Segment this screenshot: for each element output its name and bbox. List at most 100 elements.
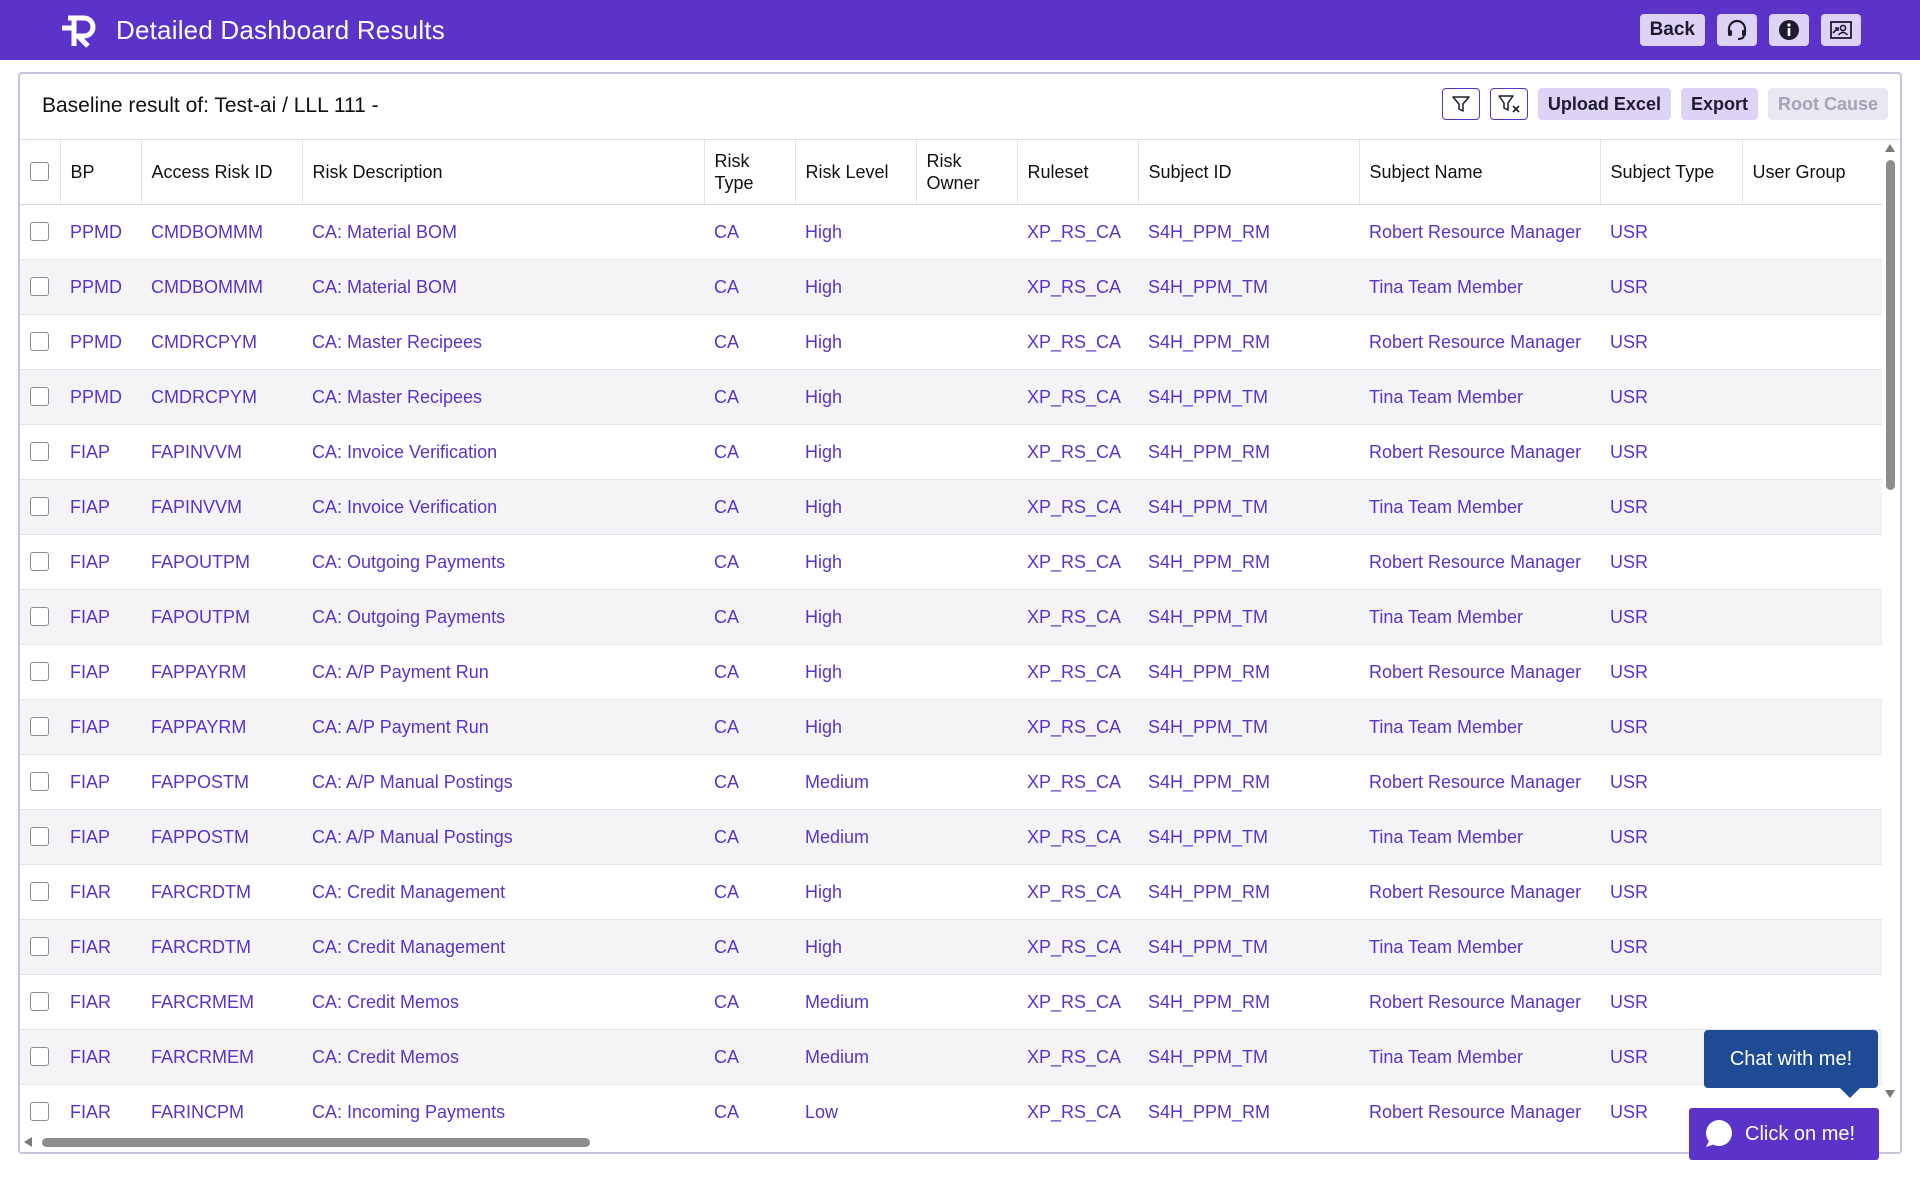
- filter-button[interactable]: [1441, 88, 1480, 120]
- table-cell[interactable]: CA: [704, 809, 795, 865]
- table-cell[interactable]: USR: [1600, 864, 1742, 920]
- info-button[interactable]: [1769, 14, 1809, 46]
- table-cell[interactable]: CA: A/P Payment Run: [302, 644, 704, 700]
- row-checkbox[interactable]: [30, 387, 49, 406]
- table-cell[interactable]: FIAP: [60, 644, 141, 700]
- table-cell[interactable]: S4H_PPM_TM: [1138, 1029, 1359, 1085]
- table-row[interactable]: FIAP FAPPAYRM CA: A/P Payment Run CA High XP_…: [20, 699, 1882, 755]
- scroll-down-arrow[interactable]: [1885, 1090, 1895, 1098]
- table-row[interactable]: FIAP FAPOUTPM CA: Outgoing Payments CA High X…: [20, 589, 1882, 645]
- table-cell[interactable]: CA: Material BOM: [302, 204, 704, 260]
- table-cell[interactable]: USR: [1600, 204, 1742, 260]
- table-cell[interactable]: CA: Invoice Verification: [302, 479, 704, 535]
- table-cell[interactable]: [916, 809, 1017, 865]
- table-cell[interactable]: XP_RS_CA: [1017, 919, 1138, 975]
- table-cell[interactable]: CA: [704, 479, 795, 535]
- table-cell[interactable]: FARCRDTM: [141, 919, 302, 975]
- table-cell[interactable]: High: [795, 644, 916, 700]
- table-cell[interactable]: USR: [1600, 589, 1742, 645]
- table-cell[interactable]: High: [795, 424, 916, 480]
- row-checkbox[interactable]: [30, 222, 49, 241]
- table-row[interactable]: FIAP FAPPOSTM CA: A/P Manual Postings CA Med…: [20, 809, 1882, 865]
- table-cell[interactable]: CA: Credit Management: [302, 864, 704, 920]
- table-cell[interactable]: Tina Team Member: [1359, 369, 1600, 425]
- table-cell[interactable]: [916, 369, 1017, 425]
- table-cell[interactable]: FIAP: [60, 809, 141, 865]
- column-header[interactable]: Subject Type: [1600, 140, 1743, 205]
- table-cell[interactable]: High: [795, 479, 916, 535]
- table-cell[interactable]: [916, 479, 1017, 535]
- table-cell[interactable]: S4H_PPM_RM: [1138, 534, 1359, 590]
- row-checkbox[interactable]: [30, 992, 49, 1011]
- select-all-checkbox[interactable]: [30, 162, 49, 182]
- table-cell[interactable]: CA: [704, 919, 795, 975]
- table-cell[interactable]: PPMD: [60, 314, 141, 370]
- table-cell[interactable]: XP_RS_CA: [1017, 589, 1138, 645]
- table-cell[interactable]: S4H_PPM_RM: [1138, 864, 1359, 920]
- table-cell[interactable]: USR: [1600, 534, 1742, 590]
- table-cell[interactable]: CA: Outgoing Payments: [302, 589, 704, 645]
- root-cause-button[interactable]: Root Cause: [1767, 88, 1888, 120]
- table-cell[interactable]: S4H_PPM_TM: [1138, 259, 1359, 315]
- row-checkbox[interactable]: [30, 937, 49, 956]
- table-cell[interactable]: Robert Resource Manager: [1359, 424, 1600, 480]
- table-cell[interactable]: [1742, 644, 1882, 700]
- table-cell[interactable]: USR: [1600, 424, 1742, 480]
- table-row[interactable]: PPMD CMDRCPYM CA: Master Recipees CA High XP_…: [20, 314, 1882, 370]
- clear-filter-button[interactable]: [1489, 88, 1528, 120]
- row-checkbox[interactable]: [30, 277, 49, 296]
- table-cell[interactable]: FAPPOSTM: [141, 809, 302, 865]
- table-cell[interactable]: XP_RS_CA: [1017, 204, 1138, 260]
- table-cell[interactable]: High: [795, 699, 916, 755]
- row-checkbox[interactable]: [30, 332, 49, 351]
- table-cell[interactable]: [916, 974, 1017, 1030]
- table-cell[interactable]: XP_RS_CA: [1017, 754, 1138, 810]
- r-logo-icon[interactable]: [58, 14, 98, 48]
- table-cell[interactable]: S4H_PPM_TM: [1138, 809, 1359, 865]
- table-cell[interactable]: CA: Credit Management: [302, 919, 704, 975]
- table-cell[interactable]: CA: Outgoing Payments: [302, 534, 704, 590]
- table-cell[interactable]: [1742, 919, 1882, 975]
- table-cell[interactable]: High: [795, 534, 916, 590]
- table-cell[interactable]: CMDRCPYM: [141, 369, 302, 425]
- table-cell[interactable]: [916, 644, 1017, 700]
- table-cell[interactable]: [1742, 259, 1882, 315]
- table-cell[interactable]: S4H_PPM_TM: [1138, 699, 1359, 755]
- table-cell[interactable]: CA: [704, 589, 795, 645]
- table-cell[interactable]: FIAR: [60, 1029, 141, 1085]
- table-cell[interactable]: CA: [704, 534, 795, 590]
- table-cell[interactable]: USR: [1600, 479, 1742, 535]
- table-cell[interactable]: [916, 754, 1017, 810]
- vertical-scroll-thumb[interactable]: [1886, 160, 1895, 490]
- table-cell[interactable]: FARCRDTM: [141, 864, 302, 920]
- table-cell[interactable]: CA: [704, 974, 795, 1030]
- column-header[interactable]: Subject Name: [1359, 140, 1601, 205]
- table-cell[interactable]: Tina Team Member: [1359, 699, 1600, 755]
- table-cell[interactable]: FARCRMEM: [141, 1029, 302, 1085]
- scroll-up-arrow[interactable]: [1885, 144, 1895, 152]
- table-cell[interactable]: Medium: [795, 1029, 916, 1085]
- table-cell[interactable]: High: [795, 204, 916, 260]
- table-cell[interactable]: Robert Resource Manager: [1359, 864, 1600, 920]
- table-cell[interactable]: CMDBOMMM: [141, 259, 302, 315]
- table-cell[interactable]: FIAP: [60, 699, 141, 755]
- table-cell[interactable]: [1742, 479, 1882, 535]
- table-cell[interactable]: [1742, 809, 1882, 865]
- table-cell[interactable]: [916, 1084, 1017, 1130]
- row-checkbox[interactable]: [30, 442, 49, 461]
- table-cell[interactable]: FIAP: [60, 479, 141, 535]
- table-cell[interactable]: FARINCPM: [141, 1084, 302, 1130]
- column-header[interactable]: Risk Type: [704, 140, 796, 205]
- table-cell[interactable]: CA: A/P Manual Postings: [302, 809, 704, 865]
- scroll-left-arrow[interactable]: [24, 1137, 32, 1147]
- column-header[interactable]: BP: [60, 140, 142, 205]
- chat-button[interactable]: Click on me!: [1689, 1108, 1879, 1160]
- column-header[interactable]: User Group: [1742, 140, 1882, 205]
- chat-bubble[interactable]: Chat with me!: [1704, 1030, 1878, 1098]
- table-cell[interactable]: [916, 534, 1017, 590]
- table-cell[interactable]: FIAR: [60, 974, 141, 1030]
- table-cell[interactable]: [916, 919, 1017, 975]
- switch-user-button[interactable]: [1821, 14, 1861, 46]
- table-cell[interactable]: CA: Credit Memos: [302, 974, 704, 1030]
- table-cell[interactable]: Medium: [795, 809, 916, 865]
